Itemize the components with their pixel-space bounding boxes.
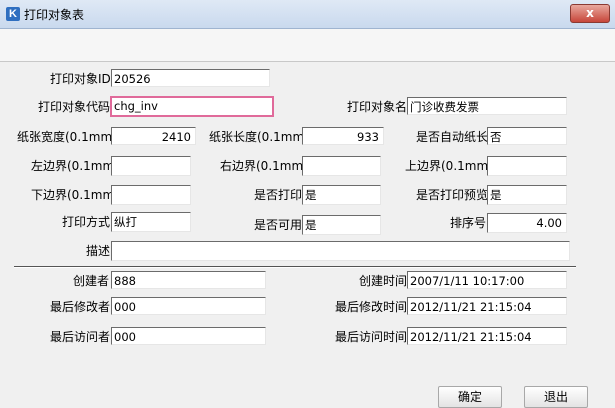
toolbar <box>0 29 615 62</box>
auto-paper-length-label: 是否自动纸长 <box>416 130 489 144</box>
is-print-label: 是否打印 <box>254 188 303 202</box>
print-mode-label: 打印方式 <box>62 215 111 229</box>
created-time-label: 创建时间 <box>359 274 408 288</box>
last-visitor-label: 最后访问者 <box>50 330 111 344</box>
print-object-id-label: 打印对象ID <box>50 72 111 86</box>
left-margin-field[interactable] <box>111 156 191 176</box>
sort-no-label: 排序号 <box>450 216 487 230</box>
window-title: 打印对象表 <box>24 8 85 22</box>
last-visited-time-label: 最后访问时间 <box>335 330 408 344</box>
last-visitor-field[interactable]: 000 <box>111 327 266 345</box>
is-available-field[interactable]: 是 <box>302 215 381 235</box>
print-object-name-field[interactable]: 门诊收费发票 <box>407 97 567 115</box>
print-object-name-label: 打印对象名 <box>347 100 408 114</box>
auto-paper-length-field[interactable]: 否 <box>487 127 567 145</box>
app-icon: K <box>6 7 20 21</box>
section-divider <box>14 266 576 268</box>
print-object-code-field[interactable]: chg_inv <box>110 96 274 117</box>
print-object-id-field[interactable]: 20526 <box>111 69 270 87</box>
right-margin-field[interactable] <box>302 156 381 176</box>
title-bar: K 打印对象表 x <box>0 0 615 29</box>
is-print-preview-field[interactable]: 是 <box>487 185 567 205</box>
form-panel: 打印对象ID 20526 打印对象代码 chg_inv 打印对象名 门诊收费发票… <box>4 62 611 408</box>
is-print-field[interactable]: 是 <box>302 185 381 205</box>
last-modified-time-label: 最后修改时间 <box>335 300 408 314</box>
exit-button[interactable]: 退出 <box>524 386 588 408</box>
print-object-code-label: 打印对象代码 <box>38 100 111 114</box>
left-margin-label: 左边界(0.1mm) <box>31 159 119 173</box>
bottom-margin-label: 下边界(0.1mm) <box>31 188 119 202</box>
print-mode-field[interactable]: 纵打 <box>111 212 191 232</box>
paper-width-label: 纸张宽度(0.1mm) <box>17 130 117 144</box>
is-available-label: 是否可用 <box>254 218 303 232</box>
paper-length-field[interactable]: 933 <box>302 127 384 145</box>
sort-no-field[interactable]: 4.00 <box>487 213 567 233</box>
last-modified-time-field[interactable]: 2012/11/21 21:15:04 <box>407 297 567 315</box>
description-field[interactable] <box>111 241 570 261</box>
close-button[interactable]: x <box>570 4 610 23</box>
creator-label: 创建者 <box>73 274 110 288</box>
top-margin-label: 上边界(0.1mm) <box>405 159 493 173</box>
creator-field[interactable]: 888 <box>111 271 266 289</box>
bottom-margin-field[interactable] <box>111 185 191 205</box>
last-modifier-label: 最后修改者 <box>50 300 111 314</box>
paper-width-field[interactable]: 2410 <box>111 127 196 145</box>
paper-length-label: 纸张长度(0.1mm) <box>209 130 309 144</box>
top-margin-field[interactable] <box>487 156 567 176</box>
created-time-field[interactable]: 2007/1/11 10:17:00 <box>407 271 567 289</box>
last-visited-time-field[interactable]: 2012/11/21 21:15:04 <box>407 327 567 345</box>
last-modifier-field[interactable]: 000 <box>111 297 266 315</box>
is-print-preview-label: 是否打印预览 <box>416 188 489 202</box>
right-margin-label: 右边界(0.1mm) <box>220 159 308 173</box>
ok-button[interactable]: 确定 <box>438 386 502 408</box>
description-label: 描述 <box>86 244 111 258</box>
print-object-window: K 打印对象表 x 打印对象ID 20526 打印对象代码 chg_inv 打印… <box>0 0 615 408</box>
